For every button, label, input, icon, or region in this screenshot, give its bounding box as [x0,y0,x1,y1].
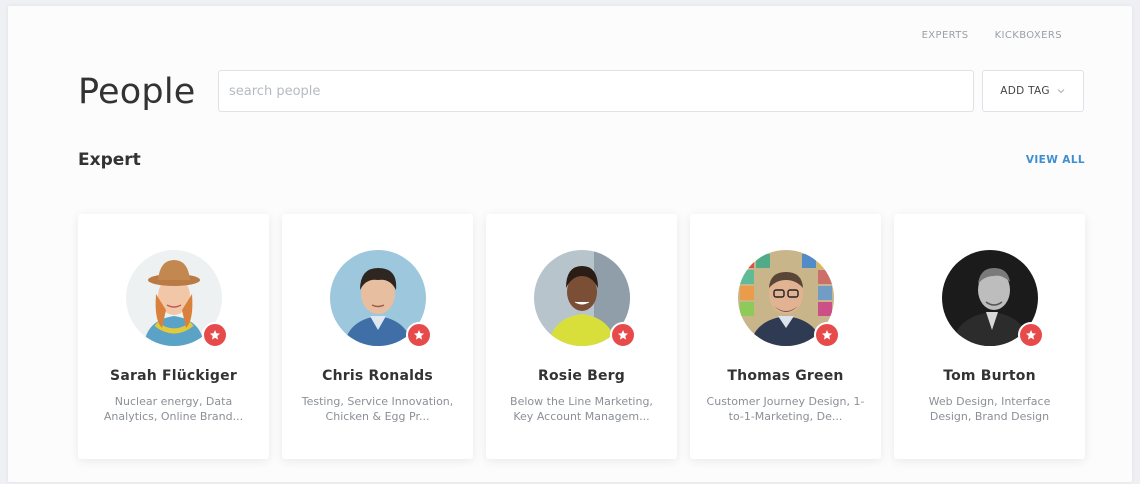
person-card[interactable]: Rosie Berg Below the Line Marketing, Key… [486,214,677,459]
expert-cards: Sarah Flückiger Nuclear energy, Data Ana… [78,214,1085,459]
avatar-wrap [533,250,636,348]
avatar-wrap [125,250,228,348]
person-tags: Customer Journey Design, 1-to-1-Marketin… [706,395,865,423]
person-tags: Testing, Service Innovation, Chicken & E… [301,395,454,423]
avatar-wrap [737,250,840,348]
star-badge-icon [1017,322,1044,348]
view-all-link[interactable]: VIEW ALL [1026,154,1085,166]
person-card[interactable]: Thomas Green Customer Journey Design, 1-… [690,214,881,459]
person-name: Tom Burton [943,368,1036,384]
section-title: Expert [78,150,141,170]
page-title: People [78,72,196,112]
person-card[interactable]: Chris Ronalds Testing, Service Innovatio… [282,214,473,459]
star-badge-icon [201,322,228,348]
add-tag-dropdown[interactable]: ADD TAG [982,70,1084,112]
star-badge-icon [405,322,432,348]
nav-link-kickboxers[interactable]: KICKBOXERS [995,30,1062,41]
person-name: Chris Ronalds [322,368,433,384]
person-card[interactable]: Tom Burton Web Design, Interface Design,… [894,214,1085,459]
person-name: Thomas Green [727,368,844,384]
avatar-wrap [941,250,1044,348]
star-badge-icon [813,322,840,348]
person-tags: Nuclear energy, Data Analytics, Online B… [103,395,244,423]
person-tags: Below the Line Marketing, Key Account Ma… [510,395,653,423]
person-tags: Web Design, Interface Design, Brand Desi… [928,395,1051,423]
top-nav: EXPERTS KICKBOXERS [922,30,1062,41]
star-badge-icon [609,322,636,348]
avatar-wrap [329,250,432,348]
nav-link-experts[interactable]: EXPERTS [922,30,969,41]
add-tag-label: ADD TAG [1000,85,1050,97]
chevron-down-icon [1057,89,1065,94]
person-name: Sarah Flückiger [110,368,237,384]
person-card[interactable]: Sarah Flückiger Nuclear energy, Data Ana… [78,214,269,459]
search-input[interactable] [218,70,974,112]
person-name: Rosie Berg [538,368,625,384]
page-frame: EXPERTS KICKBOXERS People ADD TAG Expert… [8,6,1132,482]
